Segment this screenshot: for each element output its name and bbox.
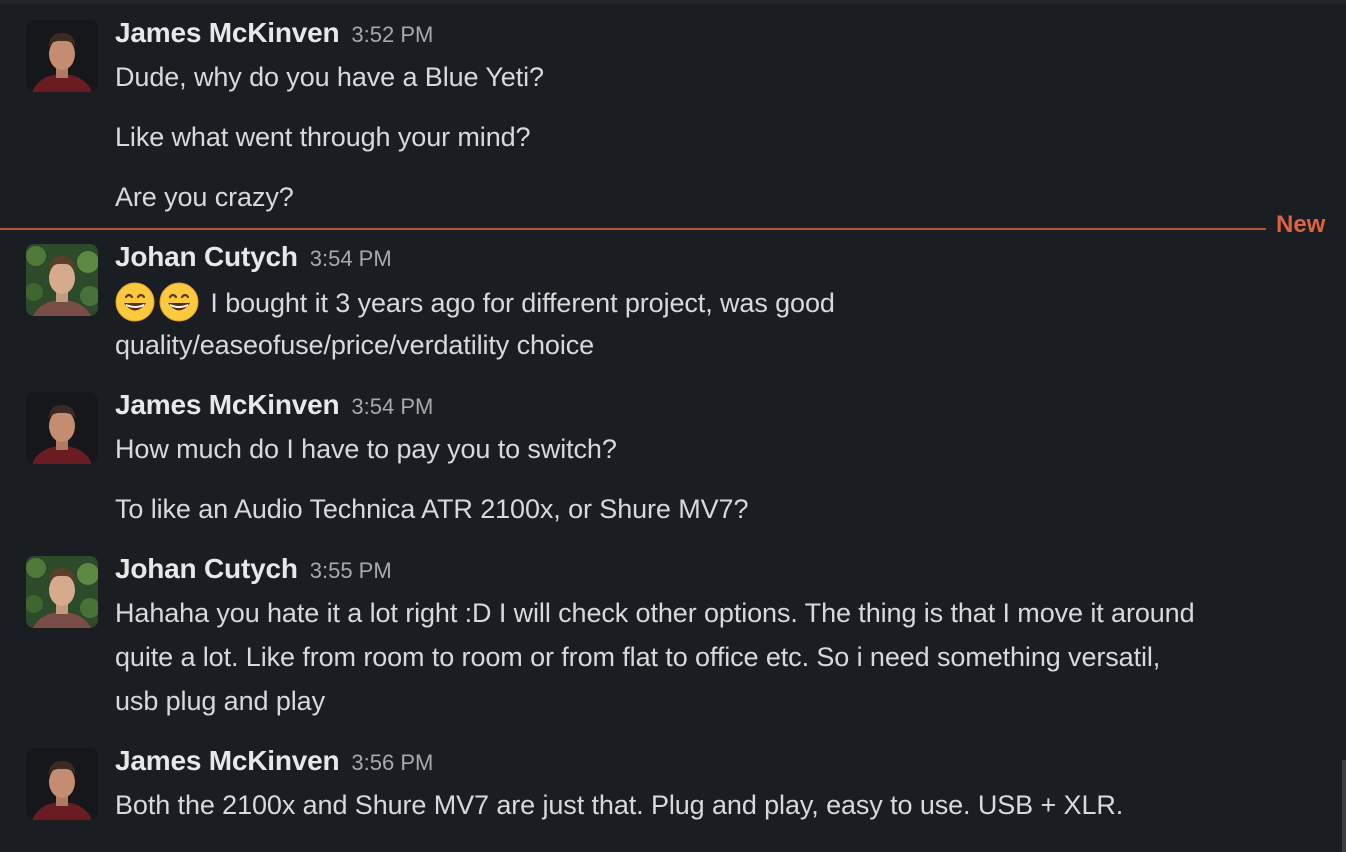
message-text: Dude, why do you have a Blue Yeti?: [115, 62, 544, 92]
timestamp[interactable]: 3:54 PM: [310, 246, 392, 271]
avatar[interactable]: [26, 556, 98, 628]
top-border: [0, 0, 1346, 4]
james-avatar-icon: [26, 748, 98, 820]
message-text: How much do I have to pay you to switch?: [115, 434, 617, 464]
message-text: To like an Audio Technica ATR 2100x, or …: [115, 494, 749, 524]
message-text: Both the 2100x and Shure MV7 are just th…: [115, 790, 1124, 820]
timestamp[interactable]: 3:56 PM: [351, 750, 433, 775]
james-avatar-icon: [26, 20, 98, 92]
avatar[interactable]: [26, 748, 98, 820]
timestamp[interactable]: 3:52 PM: [351, 22, 433, 47]
scrollbar[interactable]: [1342, 760, 1346, 852]
sender-name[interactable]: Johan Cutych 3:54 PM: [115, 241, 392, 273]
grinning-face-emoji-icon: [115, 282, 155, 322]
message-text-span: I bought it 3 years ago for different pr…: [210, 288, 835, 318]
timestamp[interactable]: 3:54 PM: [351, 394, 433, 419]
sender-name[interactable]: Johan Cutych 3:55 PM: [115, 553, 392, 585]
timestamp[interactable]: 3:55 PM: [310, 558, 392, 583]
james-avatar-icon: [26, 392, 98, 464]
message-text: quite a lot. Like from room to room or f…: [115, 642, 1161, 672]
avatar[interactable]: [26, 20, 98, 92]
message-text: I bought it 3 years ago for different pr…: [115, 282, 835, 322]
message-text: Are you crazy?: [115, 182, 294, 212]
sender-name[interactable]: James McKinven 3:54 PM: [115, 389, 433, 421]
message-text: Like what went through your mind?: [115, 122, 531, 152]
message-text: quality/easeofuse/price/verdatility choi…: [115, 330, 595, 360]
grinning-face-emoji-icon: [159, 282, 199, 322]
message-text: usb plug and play: [115, 686, 325, 716]
avatar[interactable]: [26, 244, 98, 316]
sender-name[interactable]: James McKinven 3:52 PM: [115, 17, 433, 49]
johan-avatar-icon: [26, 244, 98, 316]
new-messages-divider: [0, 228, 1266, 230]
avatar[interactable]: [26, 392, 98, 464]
sender-name[interactable]: James McKinven 3:56 PM: [115, 745, 433, 777]
message-text: Hahaha you hate it a lot right :D I will…: [115, 598, 1195, 628]
johan-avatar-icon: [26, 556, 98, 628]
new-messages-label: New: [1276, 211, 1326, 238]
